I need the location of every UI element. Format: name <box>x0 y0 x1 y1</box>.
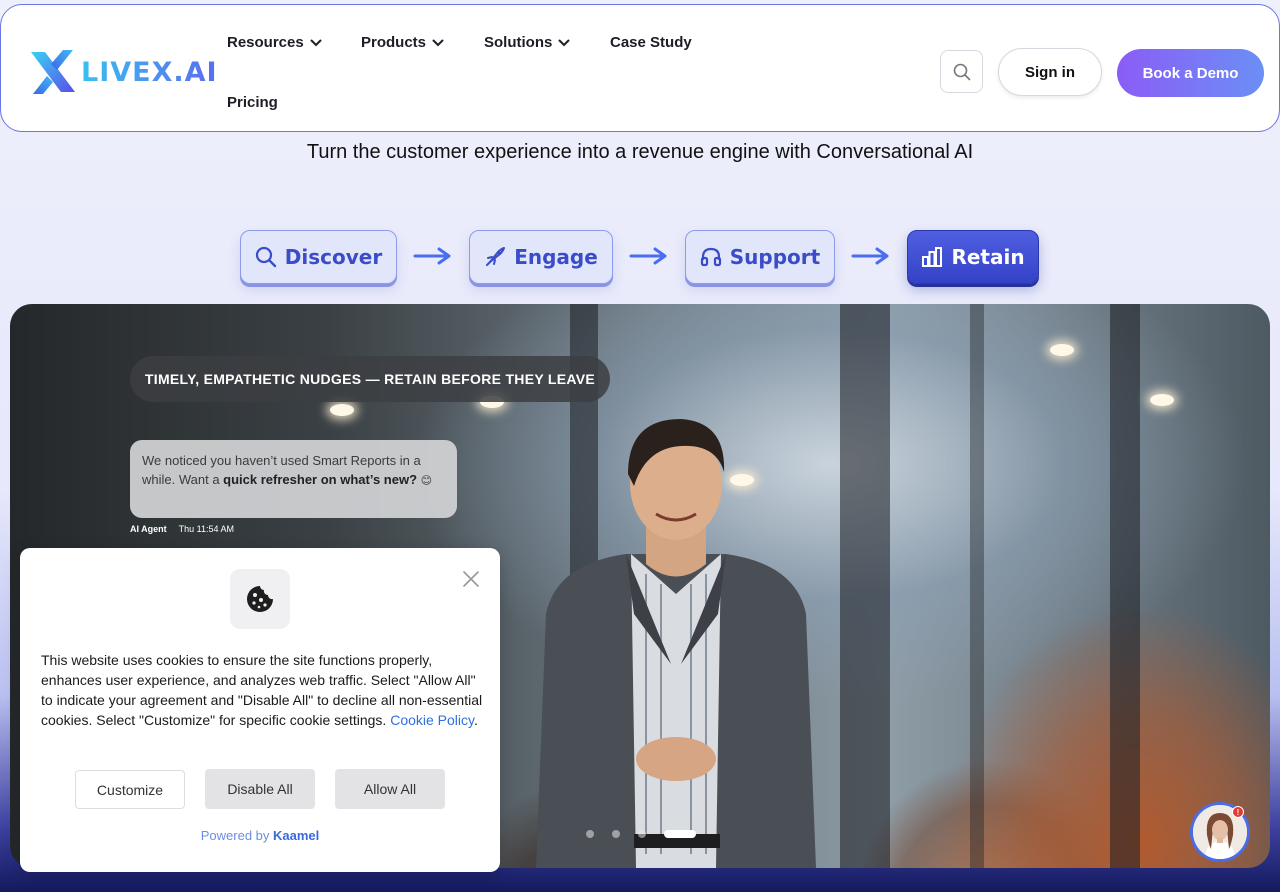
step-discover[interactable]: Discover <box>240 230 397 284</box>
step-support[interactable]: Support <box>685 230 835 284</box>
cookie-icon <box>247 586 273 612</box>
nav-products[interactable]: Products <box>361 34 444 51</box>
cookie-icon-container <box>230 569 290 629</box>
arrow-right-icon <box>629 247 667 265</box>
nav-label: Case Study <box>610 34 692 51</box>
carousel-dots <box>586 830 696 838</box>
cookie-policy-link[interactable]: Cookie Policy <box>390 712 474 728</box>
carousel-dot-active[interactable] <box>664 830 696 838</box>
ceiling-light <box>1050 344 1074 356</box>
chat-bubble: We noticed you haven’t used Smart Report… <box>130 440 457 518</box>
step-label: Support <box>729 245 821 269</box>
smile-emoji-icon: 😊 <box>420 474 433 487</box>
chat-sender: AI Agent <box>130 524 167 534</box>
hero-headline: Turn the customer experience into a reve… <box>306 141 974 163</box>
cookie-text-suffix: . <box>473 712 478 728</box>
notification-badge: ! <box>1232 806 1244 818</box>
powered-brand[interactable]: Kaamel <box>273 828 319 843</box>
step-retain[interactable]: Retain <box>907 230 1039 284</box>
chevron-down-icon <box>432 39 444 46</box>
cookie-message: This website uses cookies to ensure the … <box>41 650 486 730</box>
allow-all-button[interactable]: Allow All <box>335 769 445 809</box>
carousel-dot[interactable] <box>586 830 594 838</box>
nav-solutions[interactable]: Solutions <box>484 34 570 51</box>
arrow-right-icon <box>851 247 889 265</box>
presenter-photo <box>536 419 816 868</box>
rocket-icon <box>486 247 506 266</box>
step-label: Discover <box>284 245 383 269</box>
ceiling-light <box>330 404 354 416</box>
chevron-down-icon <box>558 39 570 46</box>
chevron-down-icon <box>310 39 322 46</box>
livex-x-logo-icon <box>31 50 75 94</box>
carousel-dot[interactable] <box>612 830 620 838</box>
step-label: Retain <box>951 245 1025 269</box>
bar-chart-icon <box>922 247 943 267</box>
chat-meta: AI Agent Thu 11:54 AM <box>130 524 234 534</box>
nav-label: Products <box>361 34 427 51</box>
disable-all-button[interactable]: Disable All <box>205 769 315 809</box>
chat-widget-button[interactable]: ! <box>1190 802 1250 862</box>
customize-button[interactable]: Customize <box>75 770 185 809</box>
nav-resources[interactable]: Resources <box>227 34 322 51</box>
step-engage[interactable]: Engage <box>469 230 613 284</box>
nav-label: Solutions <box>484 34 553 51</box>
nav-pricing[interactable]: Pricing <box>227 94 278 111</box>
search-button[interactable] <box>940 50 983 93</box>
carousel-dot[interactable] <box>638 830 646 838</box>
nav-label: Pricing <box>227 94 278 111</box>
powered-prefix: Powered by <box>200 828 273 843</box>
cookie-banner: This website uses cookies to ensure the … <box>20 548 500 872</box>
nav-case-study[interactable]: Case Study <box>610 34 692 51</box>
window-frame <box>1110 304 1140 868</box>
chat-time: Thu 11:54 AM <box>178 524 235 534</box>
nav-label: Resources <box>227 34 304 51</box>
brand-logo[interactable]: LIVEX.AI <box>27 48 218 96</box>
sign-in-button[interactable]: Sign in <box>998 48 1102 96</box>
window-frame <box>970 304 984 868</box>
window-frame <box>840 304 890 868</box>
headset-icon <box>700 247 721 267</box>
search-icon <box>953 63 970 80</box>
brand-name: LIVEX.AI <box>81 56 218 88</box>
powered-by: Powered by Kaamel <box>20 828 500 843</box>
close-icon[interactable] <box>461 569 481 589</box>
site-header: LIVEX.AI Resources Products Solutions Ca… <box>0 4 1280 132</box>
book-demo-button[interactable]: Book a Demo <box>1117 49 1264 97</box>
arrow-right-icon <box>413 247 451 265</box>
chat-text-bold: quick refresher on what’s new? <box>223 471 418 487</box>
ceiling-light <box>1150 394 1174 406</box>
hero-tagline: TIMELY, EMPATHETIC NUDGES — RETAIN BEFOR… <box>130 356 610 402</box>
step-label: Engage <box>514 245 598 269</box>
search-icon <box>255 246 276 268</box>
